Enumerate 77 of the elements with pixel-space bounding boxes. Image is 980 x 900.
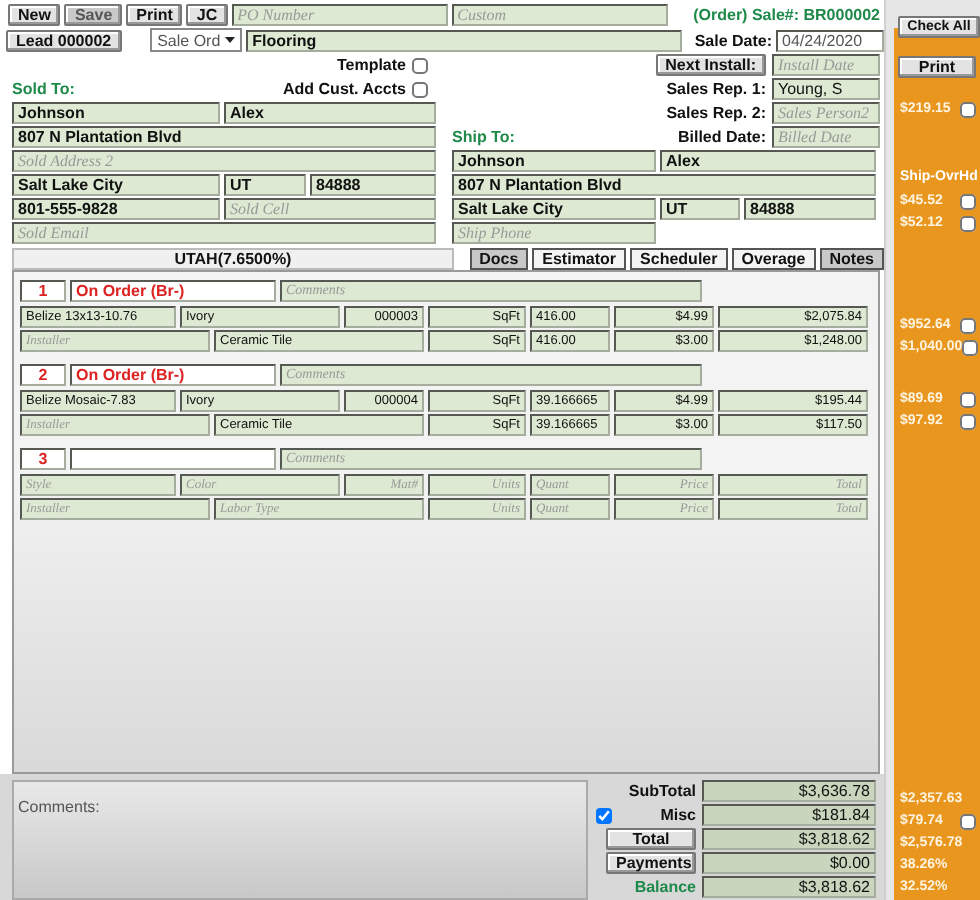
total-button[interactable]: Payments <box>606 852 696 874</box>
input-field[interactable]: PO Number <box>231 4 448 26</box>
input-field[interactable]: UT <box>224 174 306 196</box>
field-label: Sales Rep. 2: <box>666 104 766 122</box>
total-field[interactable]: $3,636.78 <box>702 780 876 802</box>
sidebar-checkbox[interactable] <box>962 339 979 355</box>
misc-checkbox[interactable] <box>596 807 612 823</box>
input-field[interactable]: Ship Phone <box>452 222 656 244</box>
total-button[interactable]: Total <box>606 828 696 850</box>
sidebar-checkbox[interactable] <box>960 813 976 829</box>
caret-icon <box>224 34 237 46</box>
total-field[interactable]: $0.00 <box>702 852 876 874</box>
sale-date-label: Sale Date: <box>694 31 772 49</box>
status-field[interactable]: On Order (Br-) <box>70 364 276 386</box>
tab[interactable]: Notes <box>819 248 884 270</box>
total-field[interactable]: $3,818.62 <box>702 828 876 850</box>
input-field[interactable]: 807 N Plantation Blvd <box>12 126 436 148</box>
field-label: Billed Date: <box>677 128 766 146</box>
input-field[interactable]: 04/24/2020 <box>776 29 884 51</box>
next-install-button[interactable]: Next Install: <box>655 54 766 76</box>
input-field[interactable]: Johnson <box>12 102 220 124</box>
input-field[interactable]: 84888 <box>310 174 436 196</box>
input-field[interactable]: Young, S <box>772 78 880 100</box>
comments-box[interactable]: Comments: <box>12 780 588 900</box>
status-field[interactable]: On Order (Br-) <box>70 280 276 302</box>
toolbar-button[interactable]: JC <box>186 4 228 26</box>
input-field[interactable]: Salt Lake City <box>452 198 656 220</box>
input-field[interactable]: UT <box>660 198 740 220</box>
toolbar-button[interactable]: Print <box>126 4 183 26</box>
input-field[interactable]: Sales Person2 <box>772 102 880 124</box>
sale-number: (Order) Sale#: BR000002 <box>693 6 880 24</box>
input-field[interactable]: Johnson <box>452 150 656 172</box>
comments-label: Comments: <box>18 798 100 816</box>
sale-type-select[interactable]: Sale Ord <box>149 28 243 52</box>
option-checkbox[interactable] <box>412 57 428 73</box>
line-number[interactable]: 2 <box>20 364 66 386</box>
line-number[interactable]: 1 <box>20 280 66 302</box>
sidebar-checkbox[interactable] <box>960 101 976 117</box>
tab[interactable]: Scheduler <box>630 248 728 270</box>
input-field[interactable]: Alex <box>660 150 876 172</box>
total-label: Misc <box>660 806 696 824</box>
sidebar-checkbox[interactable] <box>960 413 976 429</box>
sidebar-checkbox[interactable] <box>960 193 976 209</box>
line-number[interactable]: 3 <box>20 448 66 470</box>
input-field[interactable]: Install Date <box>772 54 880 76</box>
input-field[interactable]: Billed Date <box>772 126 880 148</box>
sidebar-checkbox[interactable] <box>960 317 976 333</box>
tab[interactable]: Overage <box>731 248 816 270</box>
option-label: Add Cust. Accts <box>283 80 406 98</box>
sidebar-checkbox[interactable] <box>960 391 976 407</box>
tax-rate: UTAH(7.6500%) <box>12 248 454 270</box>
input-field[interactable]: Custom <box>451 4 668 26</box>
input-field[interactable]: Flooring <box>246 29 683 51</box>
input-field[interactable]: Alex <box>224 102 436 124</box>
total-field[interactable]: $181.84 <box>702 804 876 826</box>
sidebar-checkbox[interactable] <box>960 215 976 231</box>
input-field[interactable]: 807 N Plantation Blvd <box>452 174 876 196</box>
total-field[interactable]: $3,818.62 <box>702 876 876 898</box>
tab[interactable]: Estimator <box>532 248 627 270</box>
total-label: SubTotal <box>628 782 696 800</box>
total-label: Balance <box>634 878 696 896</box>
input-field[interactable]: Sold Cell <box>224 198 436 220</box>
input-field[interactable]: Sold Email <box>12 222 436 244</box>
input-field[interactable]: 801-555-9828 <box>12 198 220 220</box>
input-field[interactable]: Salt Lake City <box>12 174 220 196</box>
field-label: Sales Rep. 1: <box>666 80 766 98</box>
lead-button[interactable]: Lead 000002 <box>6 29 122 51</box>
option-label: Template <box>336 56 406 74</box>
section-title: Sold To: <box>12 80 75 98</box>
tab[interactable]: Docs <box>469 248 529 270</box>
section-title: Ship To: <box>452 128 515 146</box>
input-field[interactable]: Sold Address 2 <box>12 150 436 172</box>
print-button[interactable]: Print <box>898 56 976 78</box>
toolbar-button[interactable]: New <box>8 4 61 26</box>
status-field[interactable] <box>70 448 276 470</box>
input-field[interactable]: 84888 <box>744 198 876 220</box>
option-checkbox[interactable] <box>412 81 428 97</box>
